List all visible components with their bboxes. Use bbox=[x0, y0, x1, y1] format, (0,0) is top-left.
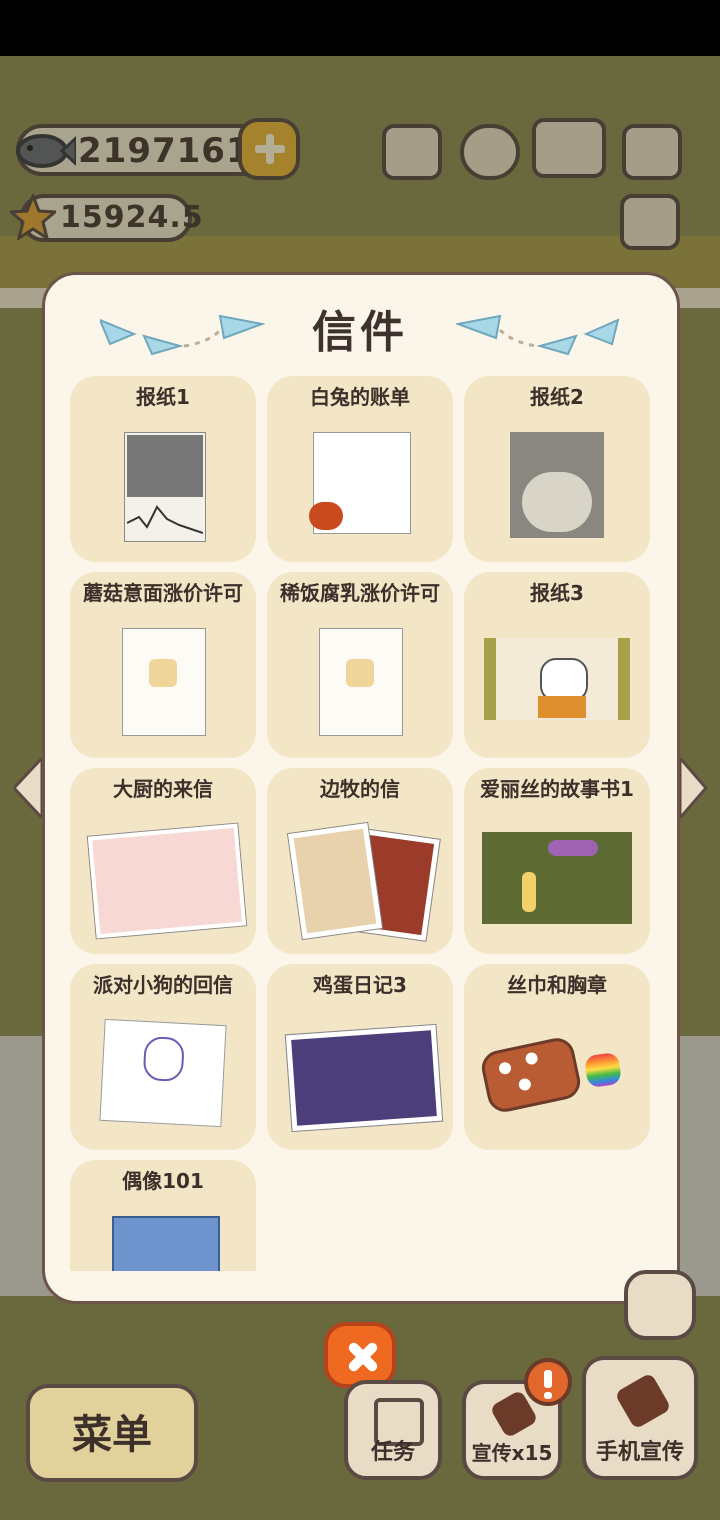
letter-label: 丝巾和胸章 bbox=[507, 973, 607, 997]
purse-icon bbox=[309, 502, 343, 530]
menu-button[interactable]: 菜单 bbox=[26, 1384, 198, 1482]
prev-page-arrow-icon[interactable] bbox=[14, 758, 44, 818]
permit-icon bbox=[122, 628, 206, 736]
newspaper-icon bbox=[510, 432, 604, 538]
drawing-icon bbox=[99, 1018, 227, 1128]
idol-booklet-icon bbox=[112, 1216, 220, 1271]
phone-icon bbox=[614, 1372, 672, 1430]
letter-label: 蘑菇意面涨价许可 bbox=[83, 581, 243, 605]
alert-badge-icon bbox=[524, 1358, 572, 1406]
letter-card[interactable]: 报纸2 bbox=[464, 376, 650, 562]
storybook-icon bbox=[482, 832, 632, 924]
menu-label: 菜单 bbox=[72, 1412, 152, 1458]
letter-card[interactable]: 白兔的账单 bbox=[267, 376, 453, 562]
letter-label: 报纸3 bbox=[530, 581, 584, 605]
letter-label: 偶像101 bbox=[122, 1169, 204, 1193]
paper-plane-right-icon bbox=[456, 314, 620, 356]
letter-card[interactable]: 边牧的信 bbox=[267, 768, 453, 954]
letter-card[interactable]: 稀饭腐乳涨价许可 bbox=[267, 572, 453, 758]
letter-label: 大厨的来信 bbox=[113, 777, 213, 801]
letter-card[interactable]: 大厨的来信 bbox=[70, 768, 256, 954]
letter-label: 爱丽丝的故事书1 bbox=[480, 777, 634, 801]
permit-icon bbox=[319, 628, 403, 736]
letters-grid: 报纸1 白兔的账单 报纸2 蘑菇意面涨价许可 稀饭腐乳涨价许可 报纸3 大厨的来… bbox=[70, 376, 650, 1271]
photo-icon bbox=[285, 1024, 443, 1132]
letter-card[interactable]: 派对小狗的回信 bbox=[70, 964, 256, 1150]
task-label: 任务 bbox=[370, 1440, 415, 1465]
letter-card[interactable]: 报纸1 bbox=[70, 376, 256, 562]
letter-label: 报纸2 bbox=[530, 385, 584, 409]
letter-label: 派对小狗的回信 bbox=[93, 973, 233, 997]
task-button[interactable]: 任务 bbox=[344, 1380, 442, 1480]
mugshot-icon bbox=[484, 638, 630, 720]
letter-label: 白兔的账单 bbox=[310, 385, 410, 409]
scarf-icon bbox=[478, 1034, 584, 1116]
heart-badge-icon bbox=[583, 1051, 623, 1089]
phone-promo-button[interactable]: 手机宣传 bbox=[582, 1356, 698, 1480]
close-button[interactable] bbox=[324, 1322, 396, 1388]
letter-label: 边牧的信 bbox=[320, 777, 400, 801]
letter-label: 鸡蛋日记3 bbox=[313, 973, 407, 997]
letter-card[interactable]: 鸡蛋日记3 bbox=[267, 964, 453, 1150]
phone-promo-label: 手机宣传 bbox=[595, 1440, 684, 1465]
promo-label: 宣传x15 bbox=[471, 1441, 553, 1465]
paper-plane-left-icon bbox=[100, 314, 265, 356]
letter-label: 报纸1 bbox=[136, 385, 190, 409]
side-button[interactable] bbox=[624, 1270, 696, 1340]
next-page-arrow-icon[interactable] bbox=[678, 758, 708, 818]
letter-card[interactable]: 蘑菇意面涨价许可 bbox=[70, 572, 256, 758]
status-bar bbox=[0, 0, 720, 56]
photo-icon bbox=[288, 822, 382, 940]
letter-label: 稀饭腐乳涨价许可 bbox=[280, 581, 440, 605]
photo-icon bbox=[87, 823, 247, 939]
letter-card[interactable]: 爱丽丝的故事书1 bbox=[464, 768, 650, 954]
letter-card[interactable]: 偶像101 bbox=[70, 1160, 256, 1271]
letter-card[interactable]: 丝巾和胸章 bbox=[464, 964, 650, 1150]
newspaper-icon bbox=[124, 432, 206, 542]
letter-card[interactable]: 报纸3 bbox=[464, 572, 650, 758]
